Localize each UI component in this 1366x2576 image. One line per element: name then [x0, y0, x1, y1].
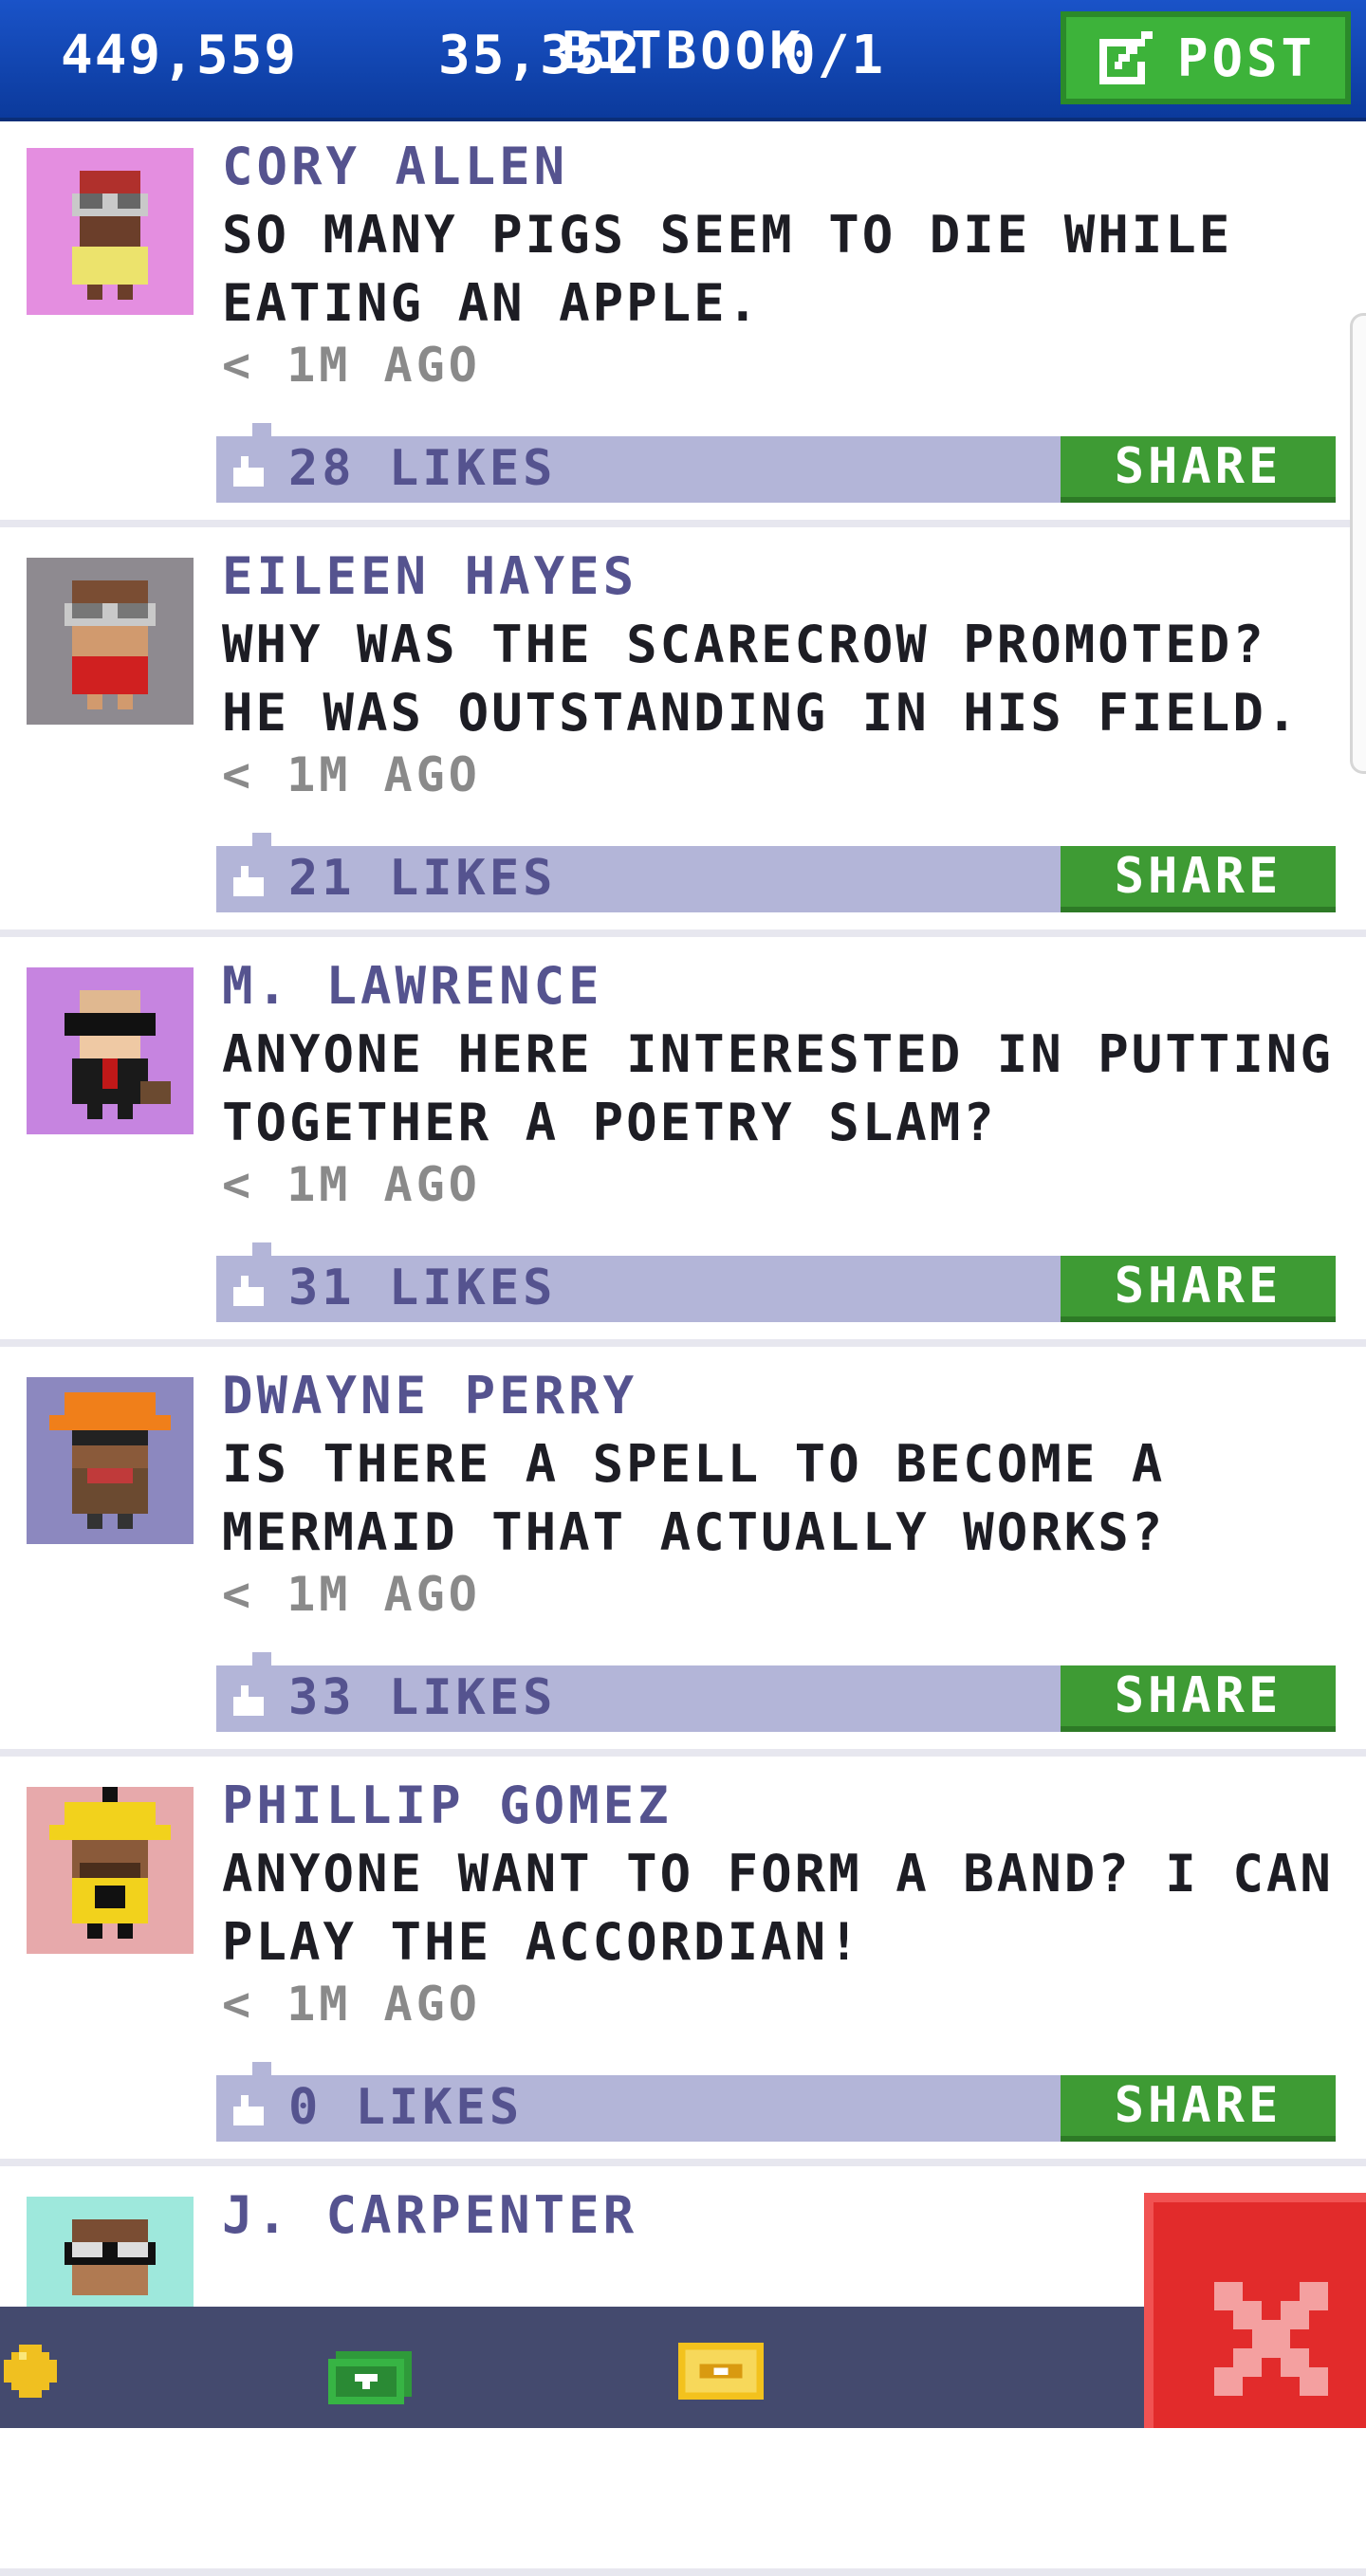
thumbs-up-icon[interactable]: [230, 2094, 268, 2126]
thumbs-up-icon[interactable]: [230, 1275, 268, 1307]
likes-count: 21 LIKES: [288, 850, 557, 907]
likes-bar-tab: [252, 1242, 271, 1256]
post-message: WHY WAS THE SCARECROW PROMOTED? HE WAS O…: [222, 615, 1301, 743]
feed-post: M. LAWRENCE ANYONE HERE INTERESTED IN PU…: [0, 937, 1366, 1347]
feed-post: DWAYNE PERRY IS THERE A SPELL TO BECOME …: [0, 1347, 1366, 1757]
bux-icon: [328, 2351, 412, 2404]
post-author[interactable]: EILEEN HAYES: [222, 546, 637, 606]
avatar-hard-hat-icon: [27, 1377, 194, 1544]
tickets-count: 0/1: [784, 25, 886, 86]
thumbs-up-icon[interactable]: [230, 865, 268, 897]
post-time: < 1M AGO: [222, 747, 481, 802]
likes-bar-tab: [252, 2062, 271, 2075]
post-message: IS THERE A SPELL TO BECOME A MERMAID THA…: [222, 1434, 1166, 1562]
avatar-red-cap-glasses-icon: [27, 148, 194, 315]
post-time: < 1M AGO: [222, 338, 481, 393]
ticket-icon: [678, 2343, 764, 2400]
likes-count: 0 LIKES: [288, 2079, 524, 2136]
post-message: ANYONE HERE INTERESTED IN PUTTING TOGETH…: [222, 1024, 1334, 1152]
share-button[interactable]: SHARE: [1061, 1256, 1336, 1322]
likes-bar: 21 LIKES SHARE: [216, 833, 1336, 912]
close-button[interactable]: [1144, 2193, 1366, 2428]
post-author[interactable]: M. LAWRENCE: [222, 956, 603, 1016]
likes-bar-tab: [252, 423, 271, 436]
post-time: < 1M AGO: [222, 1977, 481, 2032]
avatar[interactable]: [27, 1377, 194, 1544]
likes-bar: 28 LIKES SHARE: [216, 423, 1336, 503]
post-time: < 1M AGO: [222, 1567, 481, 1622]
likes-bar-tab: [252, 833, 271, 846]
coins-count: 449,559: [61, 25, 299, 86]
avatar[interactable]: [27, 967, 194, 1134]
share-button[interactable]: SHARE: [1061, 1665, 1336, 1732]
avatar-glasses-red-shirt-icon: [27, 558, 194, 725]
likes-bar: 31 LIKES SHARE: [216, 1242, 1336, 1322]
feed-post: PHILLIP GOMEZ ANYONE WANT TO FORM A BAND…: [0, 1757, 1366, 2166]
likes-bar: 0 LIKES SHARE: [216, 2062, 1336, 2142]
post-time: < 1M AGO: [222, 1157, 481, 1212]
avatar[interactable]: [27, 558, 194, 725]
share-button[interactable]: SHARE: [1061, 846, 1336, 912]
share-button[interactable]: SHARE: [1061, 436, 1336, 503]
post-message: SO MANY PIGS SEEM TO DIE WHILE EATING AN…: [222, 205, 1233, 333]
post-button[interactable]: POST: [1061, 11, 1351, 104]
share-button[interactable]: SHARE: [1061, 2075, 1336, 2142]
post-message: ANYONE WANT TO FORM A BAND? I CAN PLAY T…: [222, 1844, 1334, 1972]
likes-bar-tab: [252, 1652, 271, 1665]
bux-count: 35,352: [438, 25, 642, 86]
scroll-indicator[interactable]: [1350, 313, 1366, 774]
likes-count: 33 LIKES: [288, 1669, 557, 1726]
post-author[interactable]: J. CARPENTER: [222, 2185, 637, 2245]
post-author[interactable]: CORY ALLEN: [222, 137, 568, 196]
coin-icon: [4, 2345, 57, 2398]
likes-count: 31 LIKES: [288, 1260, 557, 1316]
avatar[interactable]: [27, 1787, 194, 1954]
edit-icon: [1098, 31, 1153, 84]
thumbs-up-icon[interactable]: [230, 1684, 268, 1717]
post-button-label: POST: [1176, 28, 1317, 88]
post-author[interactable]: PHILLIP GOMEZ: [222, 1776, 673, 1835]
post-author[interactable]: DWAYNE PERRY: [222, 1366, 637, 1426]
avatar-yellow-hat-icon: [27, 1787, 194, 1954]
avatar[interactable]: [27, 148, 194, 315]
likes-count: 28 LIKES: [288, 440, 557, 497]
avatar-sunglasses-suit-icon: [27, 967, 194, 1134]
feed-post: EILEEN HAYES WHY WAS THE SCARECROW PROMO…: [0, 527, 1366, 937]
close-icon: [1214, 2282, 1328, 2396]
likes-bar: 33 LIKES SHARE: [216, 1652, 1336, 1732]
feed-post: CORY ALLEN SO MANY PIGS SEEM TO DIE WHIL…: [0, 118, 1366, 527]
thumbs-up-icon[interactable]: [230, 455, 268, 488]
